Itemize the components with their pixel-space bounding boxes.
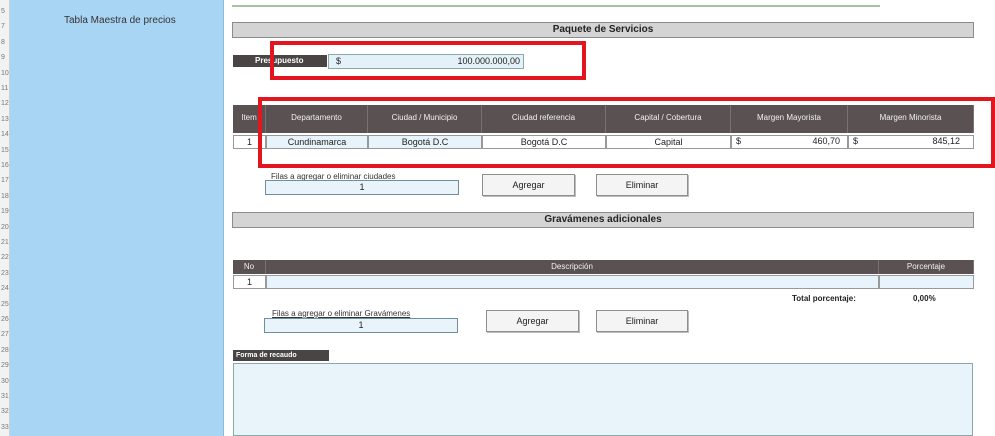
col-header-descripcion: Descripción [266,260,879,274]
cities-remove-button[interactable]: Eliminar [596,174,688,196]
total-porcentaje-value: 0,00% [913,294,936,303]
row-number: 14 [1,131,9,139]
row-number: 9 [1,54,5,62]
row-number: 30 [1,377,9,385]
recaudo-label: Forma de recaudo [233,350,329,361]
row-number: 20 [1,223,9,231]
recaudo-textarea[interactable] [233,363,973,436]
gravamen-descripcion-input[interactable] [266,275,879,289]
row-number: 24 [1,285,9,293]
gravamenes-rows-input[interactable]: 1 [264,318,458,333]
highlight-box-table [258,97,995,168]
row-number: 31 [1,393,9,400]
row-number: 21 [1,239,9,246]
row-number: 8 [1,38,5,46]
gravamen-porcentaje-input[interactable] [879,275,974,289]
row-number: 25 [1,300,9,308]
gravamenes-remove-button[interactable]: Eliminar [596,310,688,332]
row-number: 27 [1,331,9,339]
sidebar [10,0,224,436]
gravamenes-add-button[interactable]: Agregar [486,310,579,332]
section-gravamenes-title: Gravámenes adicionales [232,212,974,228]
row-number: 33 [1,423,9,431]
row-number: 22 [1,254,9,262]
row-number: 16 [1,162,9,169]
row-number: 12 [1,100,9,108]
row-number: 19 [1,208,9,216]
row-number: 10 [1,69,9,77]
gravamenes-rows-label: Filas a agregar o eliminar Gravámenes [272,309,411,318]
row-number: 5 [1,8,5,15]
cities-add-button[interactable]: Agregar [482,174,575,196]
row-number: 32 [1,408,9,416]
row-number: 15 [1,146,9,154]
row-number-gutter: 5 7 8 9 10 11 12 13 14 15 16 17 18 19 20 21 22 23 24 25 26 27… [0,0,10,436]
row-number: 11 [1,85,9,92]
row-number: 13 [1,115,9,123]
section-paquete-title: Paquete de Servicios [232,22,974,38]
cities-rows-input[interactable]: 1 [265,180,459,195]
row-number: 17 [1,177,9,185]
row-number: 29 [1,362,9,370]
divider [232,5,880,7]
row-number: 7 [1,23,5,31]
total-porcentaje-label: Total porcentaje: [792,294,856,303]
sidebar-title[interactable]: Tabla Maestra de precios [64,15,176,26]
row-number: 23 [1,269,9,277]
row-number: 26 [1,316,9,323]
row-number: 28 [1,346,9,354]
col-header-no: No [233,260,266,274]
col-header-porcentaje: Porcentaje [879,260,974,274]
highlight-box-presupuesto [270,41,586,80]
gravamen-no[interactable]: 1 [233,275,266,289]
row-number: 18 [1,192,9,200]
